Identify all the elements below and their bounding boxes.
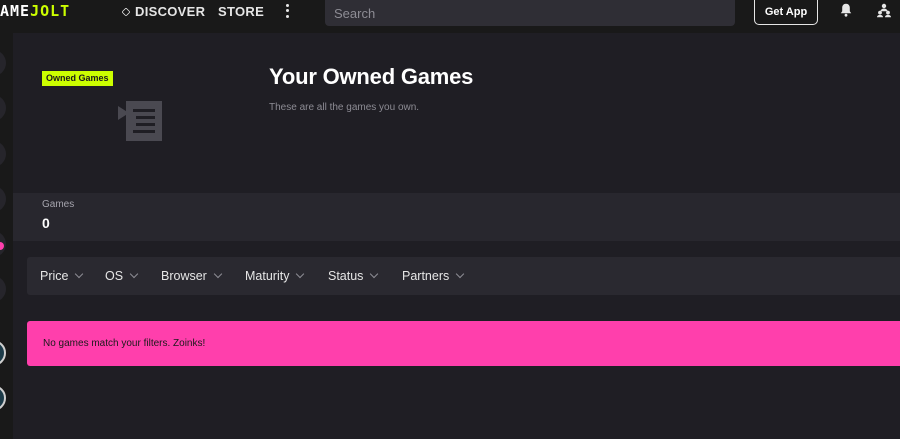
page-title: Your Owned Games (269, 64, 474, 89)
get-app-label: Get App (764, 6, 808, 18)
dot (285, 9, 289, 13)
filter-bar: Price OS Browser Maturity Status Partner… (27, 257, 900, 295)
more-vertical-icon[interactable] (282, 3, 292, 19)
filter-browser-dropdown[interactable]: Browser (161, 257, 223, 295)
top-navigation-bar: AMEJOLT DISCOVER STORE Get App (0, 0, 900, 33)
gamejolt-logo[interactable]: AMEJOLT (0, 3, 70, 19)
filter-label: Maturity (245, 269, 290, 283)
rail-community-avatar[interactable] (0, 186, 6, 212)
chevron-down-icon (370, 269, 379, 279)
rail-community-avatar[interactable] (0, 340, 6, 366)
rail-community-avatar[interactable] (0, 50, 6, 76)
dot (285, 14, 289, 18)
filter-status-dropdown[interactable]: Status (328, 257, 379, 295)
discover-icon (121, 7, 131, 17)
filter-os-dropdown[interactable]: OS (105, 257, 139, 295)
filter-label: Status (328, 269, 364, 283)
dot (285, 4, 289, 8)
filter-label: Price (40, 269, 69, 283)
rail-community-avatar[interactable] (0, 95, 6, 121)
rail-community-avatar[interactable] (0, 276, 6, 302)
game-list-icon (118, 101, 162, 141)
chevron-down-icon (75, 269, 84, 279)
filter-label: OS (105, 269, 124, 283)
games-count-label: Games (42, 199, 75, 210)
rail-community-avatar[interactable] (0, 385, 6, 411)
page-subtitle: These are all the games you own. (269, 102, 420, 113)
games-count-value: 0 (42, 215, 50, 231)
stats-bar: Games 0 (13, 193, 900, 241)
nav-discover-label: DISCOVER (135, 4, 206, 19)
logo-text: AME (0, 2, 31, 20)
bell-icon[interactable] (840, 3, 852, 17)
no-results-alert: No games match your filters. Zoinks! (27, 321, 900, 366)
owned-games-badge: Owned Games (42, 71, 113, 86)
alert-message: No games match your filters. Zoinks! (43, 338, 206, 349)
nav-discover-link[interactable]: DISCOVER (121, 4, 206, 20)
chevron-down-icon (456, 269, 465, 279)
chevron-down-icon (129, 269, 139, 279)
search-input[interactable] (325, 0, 735, 26)
get-app-button[interactable]: Get App (754, 0, 818, 25)
friends-icon[interactable] (876, 3, 892, 18)
logo-accent-text: JOLT (30, 2, 71, 20)
filter-partners-dropdown[interactable]: Partners (402, 257, 465, 295)
left-rail (0, 33, 13, 439)
filter-label: Partners (402, 269, 450, 283)
rail-community-avatar[interactable] (0, 141, 6, 167)
filter-maturity-dropdown[interactable]: Maturity (245, 257, 305, 295)
nav-store-label: STORE (218, 4, 265, 19)
chevron-down-icon (296, 269, 305, 279)
chevron-down-icon (213, 269, 223, 279)
filter-label: Browser (161, 269, 207, 283)
nav-store-link[interactable]: STORE (218, 4, 264, 20)
filter-price-dropdown[interactable]: Price (40, 257, 84, 295)
